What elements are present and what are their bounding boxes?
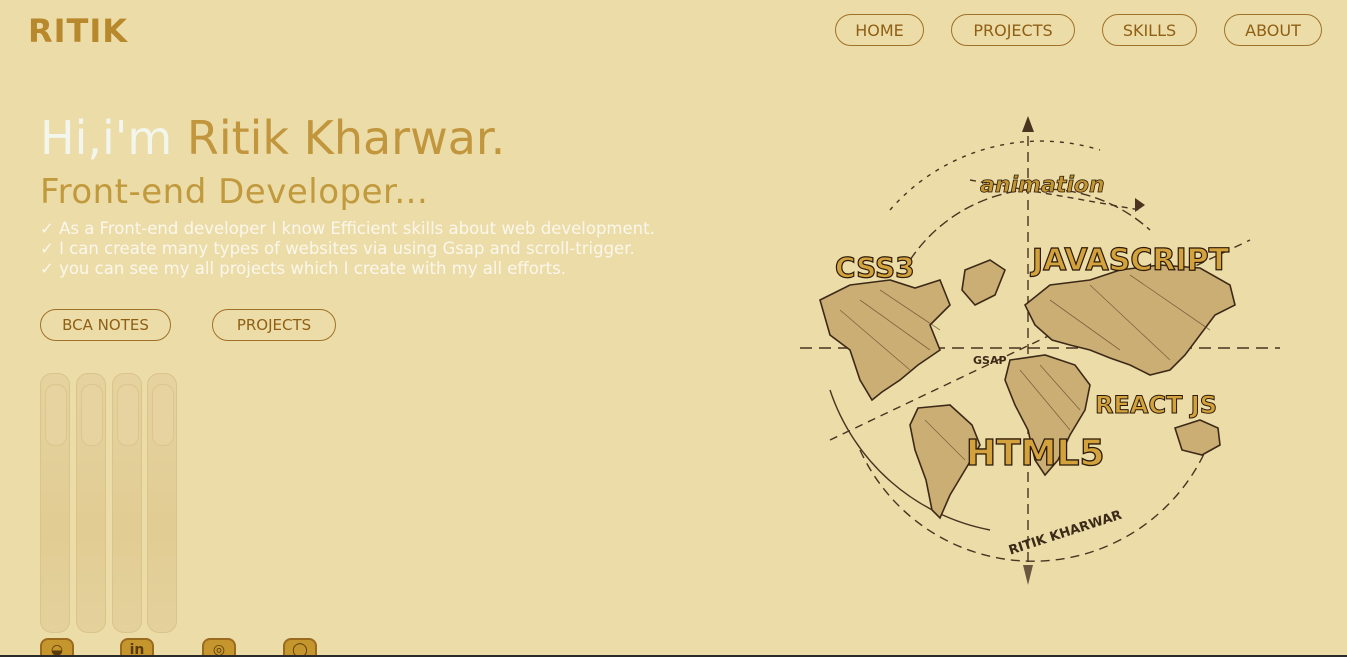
hero-projects-button[interactable]: PROJECTS — [212, 309, 336, 341]
skill-point: ✓ As a Front-end developer I know Effici… — [40, 219, 655, 238]
profile-strip — [147, 373, 177, 633]
animation-label: animation — [980, 173, 1105, 198]
profile-photo-slice — [152, 384, 174, 446]
css-label: CSS3 — [835, 251, 915, 284]
profile-photo-slice — [117, 384, 139, 446]
javascript-label: JAVASCRIPT — [1030, 243, 1230, 278]
profile-strip — [112, 373, 142, 633]
profile-strip — [40, 373, 70, 633]
react-label: REACT JS — [1095, 391, 1217, 419]
arrow-icon — [1135, 198, 1145, 212]
north-arrow — [1022, 116, 1034, 132]
portfolio-page: RITIK HOME PROJECTS SKILLS ABOUT Hi,i'm … — [0, 0, 1347, 657]
skill-points-list: ✓ As a Front-end developer I know Effici… — [40, 219, 655, 279]
skill-point: ✓ I can create many types of websites vi… — [40, 239, 635, 258]
south-arrow — [1023, 565, 1033, 585]
nav-skills-button[interactable]: SKILLS — [1102, 14, 1197, 46]
profile-strip — [76, 373, 106, 633]
gsap-label: GSAP — [973, 354, 1007, 367]
greeting-text: Hi,i'm — [40, 111, 173, 165]
world-map-illustration: animation CSS3 JAVASCRIPT GSAP REACT JS … — [800, 116, 1280, 585]
html-label: HTML5 — [966, 433, 1105, 474]
nav-home-button[interactable]: HOME — [835, 14, 924, 46]
bca-notes-button[interactable]: BCA NOTES — [40, 309, 171, 341]
hero-headline: Hi,i'm Ritik Kharwar. — [40, 108, 505, 168]
profile-photo-slice — [81, 384, 103, 446]
profile-image-strips — [40, 373, 180, 633]
profile-photo-slice — [45, 384, 67, 446]
nav-about-button[interactable]: ABOUT — [1224, 14, 1322, 46]
skill-point: ✓ you can see my all projects which I cr… — [40, 259, 566, 278]
north-america-shape — [819, 279, 951, 402]
greenland-shape — [961, 259, 1006, 306]
signature-label: RITIK KHARWAR — [1007, 508, 1124, 559]
name-text: Ritik Kharwar. — [186, 111, 506, 165]
australia-shape — [1173, 419, 1221, 456]
role-title: Front-end Developer... — [40, 172, 429, 212]
top-navigation: HOME PROJECTS SKILLS ABOUT — [0, 14, 1347, 50]
nav-projects-button[interactable]: PROJECTS — [951, 14, 1075, 46]
